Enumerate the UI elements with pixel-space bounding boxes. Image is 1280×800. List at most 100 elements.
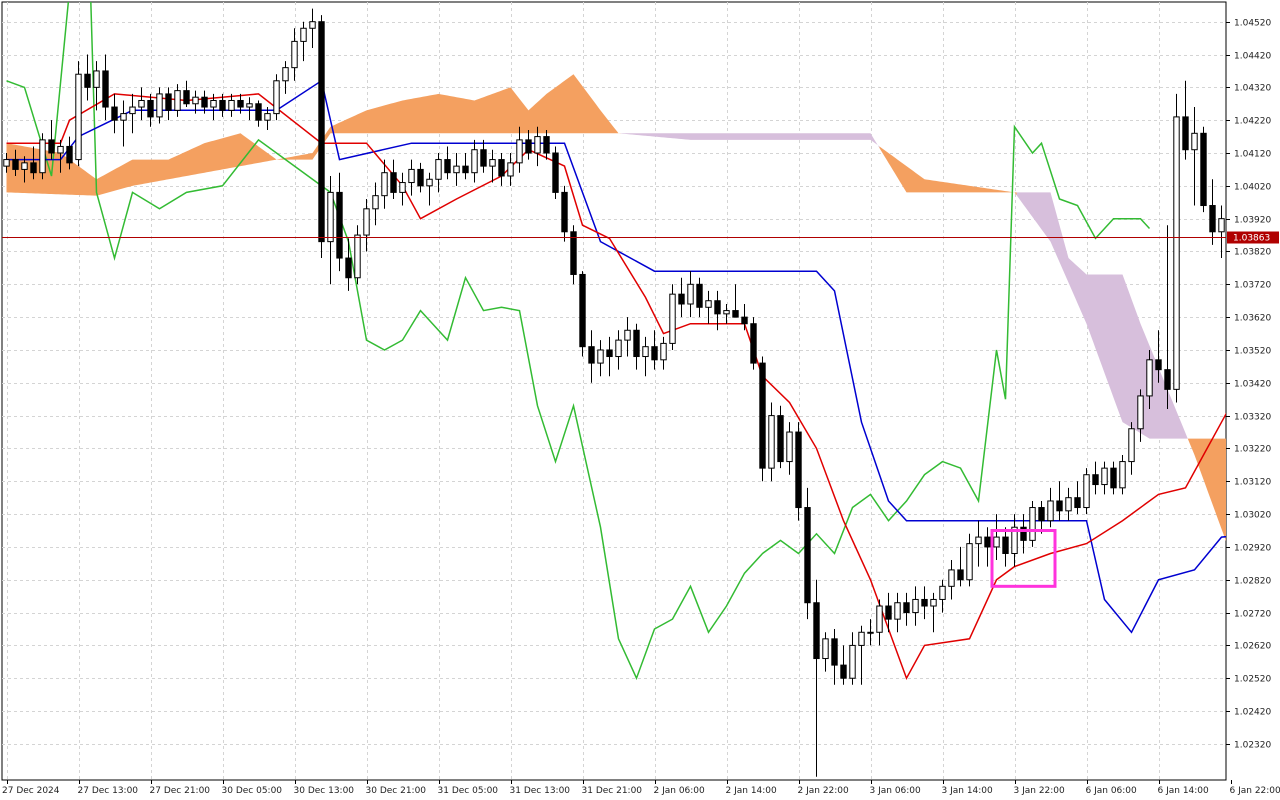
x-tick-label: 3 Jan 06:00 bbox=[870, 786, 922, 796]
candle-body-bear bbox=[795, 431, 802, 509]
candle-body-bull bbox=[1128, 428, 1135, 463]
y-tick-label: 1.03720 bbox=[1234, 281, 1271, 291]
candle-body-bear bbox=[111, 106, 118, 121]
y-axis: 1.04520 1.04420 1.04320 1.04220 1.04120 1.040… bbox=[1226, 19, 1279, 751]
candle bbox=[1200, 126, 1207, 213]
candle-body-bull bbox=[723, 310, 730, 315]
price-chart[interactable]: 1.04520 1.04420 1.04320 1.04220 1.04120 1.040… bbox=[0, 0, 1280, 800]
candle-body-bull bbox=[1101, 467, 1108, 486]
candle-body-bear bbox=[525, 139, 532, 154]
candle-body-bear bbox=[840, 664, 847, 679]
candle-body-bull bbox=[21, 162, 28, 170]
candle-body-bull bbox=[912, 598, 919, 614]
candle-body-bear bbox=[318, 21, 325, 243]
x-tick-label: 27 Dec 2024 bbox=[2, 786, 60, 796]
candle-body-bull bbox=[354, 234, 361, 279]
candle-body-bull bbox=[849, 644, 856, 679]
candle-body-bull bbox=[534, 136, 541, 154]
candle-body-bear bbox=[804, 507, 811, 604]
candle-body-bear bbox=[1092, 474, 1099, 486]
y-tick-label: 1.03920 bbox=[1234, 216, 1271, 226]
candle-body-bear bbox=[183, 90, 190, 105]
candle-body-bear bbox=[741, 316, 748, 325]
candle-body-bull bbox=[489, 159, 496, 167]
candle-body-bear bbox=[633, 329, 640, 358]
candle bbox=[39, 133, 46, 180]
candle-body-bull bbox=[507, 162, 514, 177]
candle-body-bull bbox=[615, 339, 622, 358]
candle bbox=[777, 405, 784, 469]
y-tick-label: 1.03020 bbox=[1234, 511, 1271, 521]
candle-body-bull bbox=[948, 569, 955, 587]
x-tick-label: 30 Dec 21:00 bbox=[366, 786, 427, 796]
candle-body-bull bbox=[1047, 500, 1054, 522]
candle-body-bull bbox=[57, 145, 64, 154]
candle-body-bear bbox=[462, 165, 469, 174]
candle-body-bull bbox=[228, 99, 235, 111]
candle-body-bear bbox=[714, 300, 721, 315]
candle-body-bull bbox=[660, 342, 667, 361]
candle-body-bear bbox=[165, 93, 172, 111]
candle-body-bull bbox=[309, 21, 316, 29]
candle-body-bear bbox=[1164, 369, 1171, 390]
candle-body-bull bbox=[453, 165, 460, 174]
candle-body-bull bbox=[246, 103, 253, 108]
candle-body-bull bbox=[156, 93, 163, 118]
candle-body-bull bbox=[363, 208, 370, 236]
candle-body-bear bbox=[588, 346, 595, 364]
candle bbox=[669, 284, 676, 350]
candle bbox=[552, 146, 559, 199]
y-tick-label: 1.03420 bbox=[1234, 380, 1271, 390]
candle-body-bear bbox=[48, 139, 55, 154]
candle-body-bull bbox=[768, 415, 775, 469]
candle-body-bull bbox=[381, 172, 388, 197]
candle-body-bear bbox=[678, 293, 685, 305]
candle-body-bull bbox=[993, 536, 1000, 548]
candle bbox=[759, 356, 766, 482]
candle bbox=[1083, 468, 1090, 515]
x-tick-label: 27 Dec 13:00 bbox=[78, 786, 139, 796]
candle-body-bull bbox=[471, 149, 478, 174]
candle-body-bull bbox=[975, 536, 982, 545]
candle-body-bull bbox=[867, 631, 874, 634]
candle-body-bull bbox=[858, 631, 865, 646]
candle-body-bull bbox=[138, 99, 145, 108]
candle bbox=[1246, 219, 1251, 272]
candle-body-bear bbox=[957, 569, 964, 581]
x-tick-label: 30 Dec 05:00 bbox=[222, 786, 283, 796]
candle-body-bear bbox=[903, 602, 910, 614]
candle-body-bear bbox=[1038, 507, 1045, 522]
candle-body-bear bbox=[831, 638, 838, 666]
candle-body-bear bbox=[1002, 536, 1009, 554]
candle-body-bull bbox=[930, 598, 937, 607]
candle-body-bull bbox=[939, 585, 946, 600]
candle-body-bull bbox=[435, 159, 442, 180]
current-price-label: 1.03863 bbox=[1233, 234, 1270, 244]
candle-body-bear bbox=[219, 99, 226, 111]
candle-body-bear bbox=[813, 602, 820, 660]
candle bbox=[750, 317, 757, 370]
candle-body-bear bbox=[444, 159, 451, 174]
plot-area[interactable] bbox=[1, 1, 1227, 781]
candle-body-bull bbox=[1065, 497, 1072, 512]
y-tick-label: 1.03820 bbox=[1234, 248, 1271, 258]
x-tick-label: 3 Jan 14:00 bbox=[942, 786, 994, 796]
candle-body-bull bbox=[669, 293, 676, 344]
candle-body-bear bbox=[696, 283, 703, 308]
y-tick-label: 1.03120 bbox=[1234, 478, 1271, 488]
candle-body-bull bbox=[876, 605, 883, 633]
candle-body-bull bbox=[1173, 116, 1180, 390]
candle-body-bull bbox=[408, 168, 415, 184]
candle-body-bear bbox=[390, 172, 397, 193]
candle-body-bull bbox=[129, 106, 136, 115]
x-tick-label: 31 Dec 21:00 bbox=[582, 786, 643, 796]
y-tick-label: 1.02320 bbox=[1234, 741, 1271, 751]
candle-body-bull bbox=[300, 27, 307, 42]
x-tick-label: 2 Jan 22:00 bbox=[798, 786, 850, 796]
candle bbox=[273, 74, 280, 121]
y-tick-label: 1.04020 bbox=[1234, 183, 1271, 193]
y-tick-label: 1.03520 bbox=[1234, 347, 1271, 357]
x-tick-label: 2 Jan 06:00 bbox=[654, 786, 706, 796]
candle-body-bull bbox=[1191, 132, 1198, 151]
candle-body-bull bbox=[786, 431, 793, 463]
